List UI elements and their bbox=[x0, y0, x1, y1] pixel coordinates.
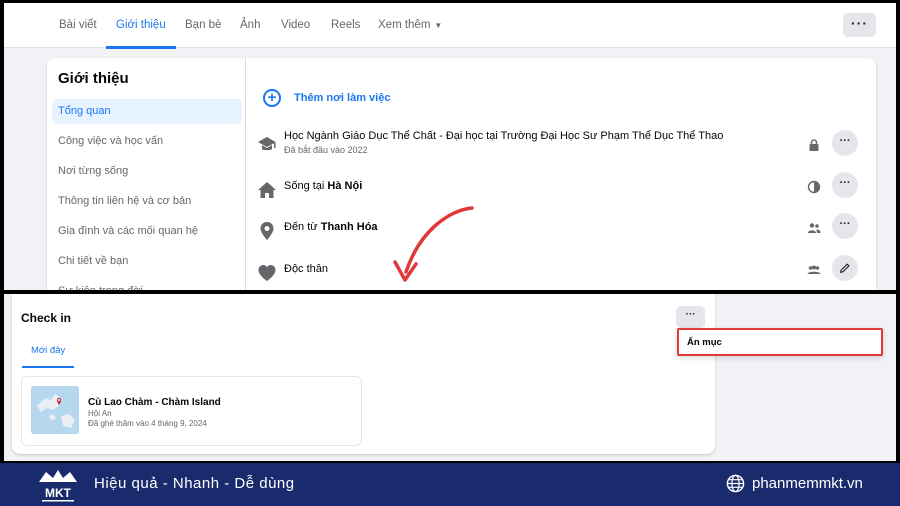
tab-recent[interactable]: Mới đây bbox=[31, 345, 65, 356]
caret-down-icon: ▼ bbox=[434, 21, 443, 30]
sidebar-item-contact-info[interactable]: Thông tin liên hệ và cơ bản bbox=[52, 189, 242, 214]
globe-icon bbox=[807, 180, 821, 194]
tab-about[interactable]: Giới thiệu bbox=[106, 3, 176, 49]
sidebar-item-places-lived[interactable]: Nơi từng sống bbox=[52, 159, 242, 184]
tab-photos[interactable]: Ảnh bbox=[240, 3, 260, 48]
sidebar-item-family[interactable]: Gia đình và các mối quan hệ bbox=[52, 219, 242, 244]
tab-friends[interactable]: Bạn bè bbox=[185, 3, 221, 48]
tab-posts[interactable]: Bài viết bbox=[59, 3, 97, 48]
more-options-button[interactable]: ··· bbox=[843, 13, 876, 37]
edit-button[interactable] bbox=[832, 255, 858, 281]
checkin-options-button[interactable]: ··· bbox=[676, 306, 705, 328]
map-icon bbox=[31, 386, 79, 434]
hometown-text: Đến từ Thanh Hóa bbox=[284, 221, 378, 233]
info-row-relationship: Độc thân bbox=[257, 255, 858, 289]
checkin-place-card[interactable]: Cù Lao Chàm - Chàm Island Hội An Đã ghé … bbox=[21, 376, 362, 446]
tab-active-indicator bbox=[22, 366, 74, 368]
lives-in-city: Hà Nội bbox=[327, 180, 363, 192]
annotation-arrow-icon bbox=[393, 206, 474, 282]
education-subtext: Đã bắt đầu vào 2022 bbox=[284, 145, 368, 155]
lives-in-prefix: Sống tại bbox=[284, 180, 328, 192]
group-icon bbox=[807, 265, 821, 274]
hometown-city: Thanh Hóa bbox=[320, 221, 378, 233]
place-name: Cù Lao Chàm - Chàm Island bbox=[88, 397, 221, 408]
hometown-prefix: Đến từ bbox=[284, 221, 321, 233]
place-city: Hội An bbox=[88, 409, 112, 418]
relationship-text: Độc thân bbox=[284, 263, 329, 275]
checkin-card: Check in ··· Mới đây Cù Lao Chàm - Chàm … bbox=[12, 294, 715, 454]
tab-reels[interactable]: Reels bbox=[331, 3, 360, 48]
mkt-logo-icon: MKT bbox=[39, 470, 77, 502]
about-sidebar: Giới thiệu Tổng quan Công việc và học vấ… bbox=[47, 58, 246, 290]
graduation-cap-icon bbox=[258, 137, 276, 151]
lock-icon bbox=[809, 139, 819, 151]
checkin-title: Check in bbox=[21, 311, 72, 325]
map-thumbnail bbox=[31, 386, 79, 434]
add-workplace-link[interactable]: + Thêm nơi làm việc bbox=[263, 88, 390, 108]
location-pin-icon bbox=[260, 222, 274, 240]
sidebar-item-overview[interactable]: Tổng quan bbox=[52, 99, 242, 124]
lives-in-text: Sống tại Hà Nội bbox=[284, 180, 362, 192]
education-text: Học Ngành Giáo Dục Thể Chất - Đại học tạ… bbox=[284, 130, 724, 142]
footer-slogan: Hiệu quả - Nhanh - Dễ dùng bbox=[94, 475, 295, 492]
hide-section-menu-item[interactable]: Ẩn mục bbox=[677, 328, 883, 356]
info-row-education: Học Ngành Giáo Dục Thể Chất - Đại học tạ… bbox=[257, 130, 858, 160]
profile-tabs-bar: Bài viết Giới thiệu Bạn bè Ảnh Video Ree… bbox=[4, 3, 896, 49]
row-options-button[interactable]: ··· bbox=[832, 130, 858, 156]
info-row-lives-in: Sống tại Hà Nội ··· bbox=[257, 172, 858, 206]
footer-site-label: phanmemmkt.vn bbox=[752, 475, 863, 492]
footer-site-link[interactable]: phanmemmkt.vn bbox=[726, 474, 863, 493]
home-icon bbox=[258, 182, 276, 198]
sidebar-item-life-events[interactable]: Sự kiện trong đời bbox=[52, 279, 242, 290]
sidebar-item-details[interactable]: Chi tiết về bạn bbox=[52, 249, 242, 274]
friends-icon bbox=[808, 223, 821, 233]
sidebar-item-work-education[interactable]: Công việc và học vấn bbox=[52, 129, 242, 154]
info-row-hometown: Đến từ Thanh Hóa ··· bbox=[257, 213, 858, 247]
globe-icon bbox=[726, 474, 745, 493]
tab-see-more[interactable]: Xem thêm ▼ bbox=[378, 3, 442, 48]
row-options-button[interactable]: ··· bbox=[832, 213, 858, 239]
logo-text: MKT bbox=[45, 486, 72, 500]
checkin-panel: Check in ··· Mới đây Cù Lao Chàm - Chàm … bbox=[4, 294, 896, 461]
heart-icon bbox=[258, 265, 276, 281]
hide-section-label: Ẩn mục bbox=[687, 337, 722, 348]
tab-see-more-label: Xem thêm bbox=[378, 19, 431, 31]
about-title: Giới thiệu bbox=[58, 70, 129, 87]
place-visit-date: Đã ghé thăm vào 4 tháng 9, 2024 bbox=[88, 419, 207, 428]
pencil-icon bbox=[840, 263, 850, 273]
brand-footer: MKT Hiệu quả - Nhanh - Dễ dùng phanmemmk… bbox=[0, 463, 900, 506]
plus-icon: + bbox=[263, 89, 281, 107]
row-options-button[interactable]: ··· bbox=[832, 172, 858, 198]
add-workplace-label: Thêm nơi làm việc bbox=[294, 92, 391, 104]
tab-video[interactable]: Video bbox=[281, 3, 310, 48]
